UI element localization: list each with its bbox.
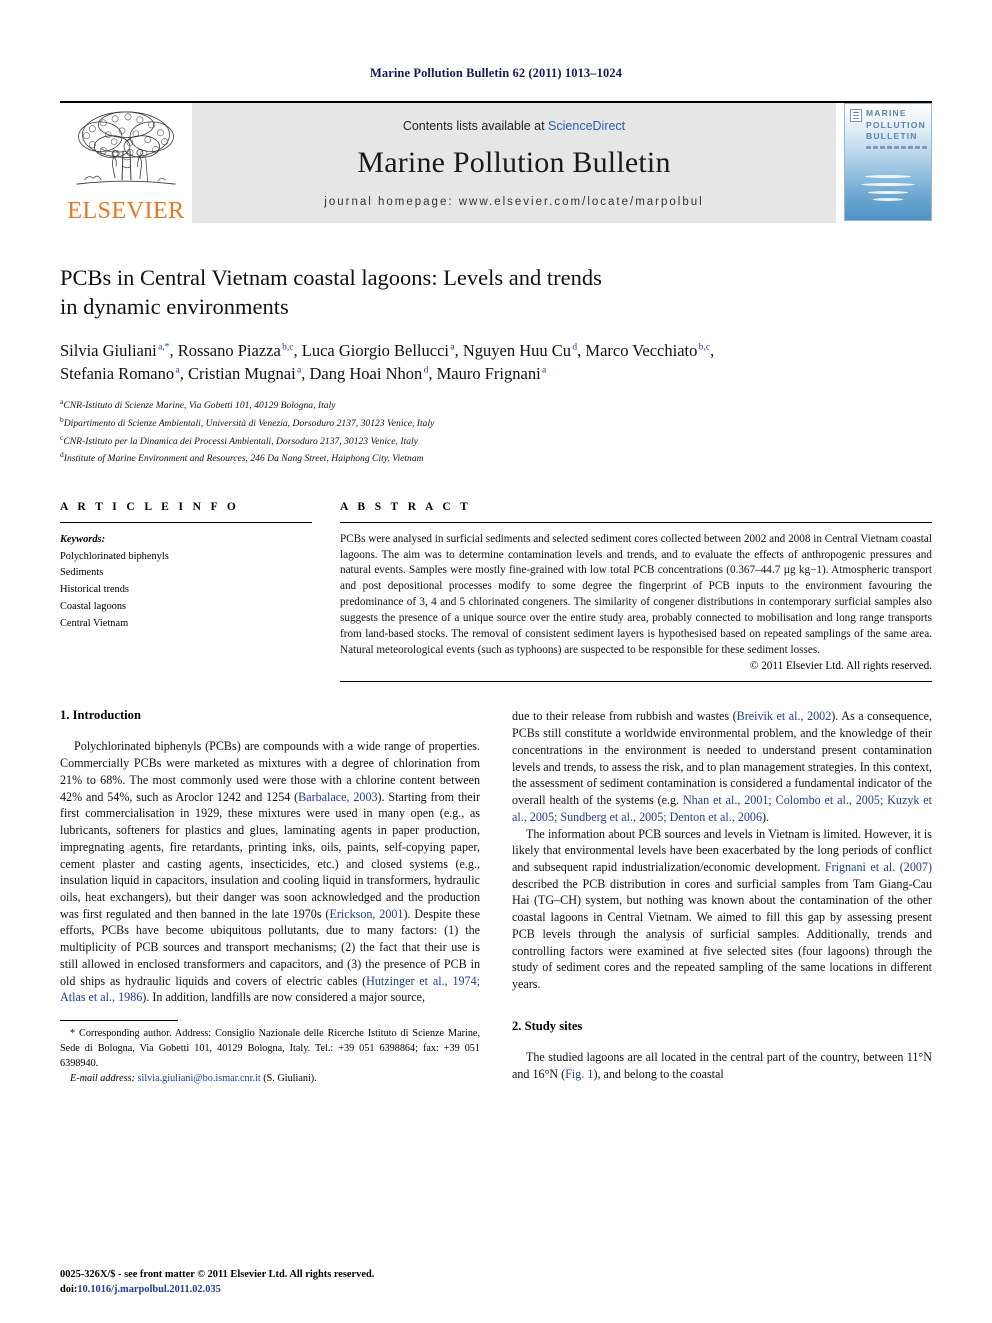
- citation-figure-1[interactable]: Fig. 1: [565, 1067, 593, 1081]
- journal-cover-thumbnail[interactable]: MARINE POLLUTION BULLETIN: [844, 103, 932, 221]
- footnote-rule: [60, 1020, 178, 1022]
- affiliation-d-text: Institute of Marine Environment and Reso…: [63, 453, 424, 465]
- author-list: Silvia Giuliani a,*, Rossano Piazza b,c,…: [60, 339, 932, 387]
- article-info-rule: [60, 521, 312, 523]
- citation-frignani[interactable]: Frignani et al. (2007): [825, 860, 932, 874]
- intro-text-b: ). Starting from their first commerciali…: [60, 789, 480, 921]
- footnote-email-label: E-mail address:: [70, 1072, 135, 1084]
- affiliation-d: dInstitute of Marine Environment and Res…: [60, 449, 932, 467]
- elsevier-tree-icon: [76, 111, 176, 185]
- article-page: Marine Pollution Bulletin 62 (2011) 1013…: [0, 0, 992, 1323]
- affiliation-list: aCNR-Istituto di Scienze Marine, Via Gob…: [60, 396, 932, 466]
- keywords-label: Keywords:: [60, 533, 106, 545]
- doi-line: doi:10.1016/j.marpolbul.2011.02.035: [60, 1282, 374, 1297]
- article-title-line-2: in dynamic environments: [60, 294, 289, 320]
- article-title-line-1: PCBs in Central Vietnam coastal lagoons:…: [60, 265, 602, 290]
- citation-erickson[interactable]: Erickson, 2001: [329, 907, 403, 921]
- journal-homepage-link[interactable]: journal homepage: www.elsevier.com/locat…: [324, 196, 703, 208]
- affiliation-a-text: CNR-Istituto di Scienze Marine, Via Gobe…: [63, 400, 336, 412]
- body-column-right: due to their release from rubbish and wa…: [512, 708, 932, 1086]
- footnote-email-suffix: (S. Giuliani).: [260, 1072, 317, 1084]
- page-footer: 0025-326X/$ - see front matter © 2011 El…: [60, 1267, 374, 1297]
- affiliation-c: cCNR-Istituto per la Dinamica dei Proces…: [60, 432, 932, 450]
- body-columns: 1. Introduction Polychlorinated biphenyl…: [60, 708, 932, 1086]
- intro2-text-b: described the PCB distribution in cores …: [512, 876, 932, 992]
- keyword-item: Coastal lagoons: [60, 601, 127, 613]
- elsevier-logo: ELSEVIER: [60, 103, 192, 223]
- section-heading-introduction: 1. Introduction: [60, 708, 141, 723]
- affiliation-b: bDipartimento di Scienze Ambientali, Uni…: [60, 414, 932, 432]
- body-column-left: 1. Introduction Polychlorinated biphenyl…: [60, 708, 480, 1086]
- keyword-item: Historical trends: [60, 584, 129, 596]
- journal-masthead: ELSEVIER Contents lists available at Sci…: [60, 101, 932, 223]
- study-text-b: ), and belong to the coastal: [593, 1066, 724, 1081]
- intro-text-g: ).: [762, 809, 770, 824]
- footnote-address: * Corresponding author. Address: Consigl…: [60, 1027, 480, 1071]
- keyword-item: Central Vietnam: [60, 617, 129, 629]
- intro-paragraph-1-continued: due to their release from rubbish and wa…: [512, 708, 932, 825]
- running-head: Marine Pollution Bulletin 62 (2011) 1013…: [369, 66, 623, 80]
- article-info-column: A R T I C L E I N F O Keywords: Polychlo…: [60, 501, 312, 683]
- info-abstract-region: A R T I C L E I N F O Keywords: Polychlo…: [60, 501, 932, 683]
- abstract-copyright: © 2011 Elsevier Ltd. All rights reserved…: [749, 660, 932, 673]
- intro-paragraph-2: The information about PCB sources and le…: [512, 826, 932, 993]
- affiliation-a: aCNR-Istituto di Scienze Marine, Via Gob…: [60, 396, 932, 414]
- abstract-column: A B S T R A C T PCBs were analysed in su…: [340, 501, 932, 683]
- corresponding-author-footnote: * Corresponding author. Address: Consigl…: [60, 1020, 480, 1086]
- issn-copyright-line: 0025-326X/$ - see front matter © 2011 El…: [60, 1268, 375, 1280]
- journal-title: Marine Pollution Bulletin: [357, 146, 671, 179]
- keyword-item: Sediments: [60, 567, 104, 579]
- footnote-address-text: Corresponding author. Address: Consiglio…: [60, 1028, 480, 1069]
- section-heading-study-sites: 2. Study sites: [512, 1018, 583, 1033]
- study-sites-paragraph-1: The studied lagoons are all located in t…: [512, 1049, 932, 1082]
- journal-banner: Contents lists available at ScienceDirec…: [192, 103, 836, 223]
- intro-paragraph-1: Polychlorinated biphenyls (PCBs) are com…: [60, 738, 480, 1006]
- article-title: PCBs in Central Vietnam coastal lagoons:…: [60, 263, 932, 322]
- article-info-heading: A R T I C L E I N F O: [60, 500, 240, 513]
- citation-barbalace[interactable]: Barbalace, 2003: [298, 790, 377, 804]
- contents-available-line: Contents lists available at ScienceDirec…: [403, 119, 625, 133]
- journal-cover-container: MARINE POLLUTION BULLETIN: [836, 103, 932, 223]
- intro-text-d: ). In addition, landfills are now consid…: [142, 990, 426, 1005]
- author-line-1: Silvia Giuliani a,*, Rossano Piazza b,c,…: [60, 340, 715, 360]
- cover-wave-graphic: [845, 166, 931, 208]
- affiliation-c-text: CNR-Istituto per la Dinamica dei Process…: [63, 435, 418, 447]
- intro-text-e: due to their release from rubbish and wa…: [512, 709, 737, 724]
- doi-link[interactable]: 10.1016/j.marpolbul.2011.02.035: [77, 1284, 220, 1295]
- abstract-bottom-rule: [340, 681, 932, 683]
- abstract-heading: A B S T R A C T: [340, 500, 472, 513]
- cover-emblem-icon: [850, 109, 862, 122]
- citation-breivik[interactable]: Breivik et al., 2002: [737, 709, 832, 723]
- cover-subtitle-rule: [866, 146, 927, 149]
- sciencedirect-link[interactable]: ScienceDirect: [548, 119, 625, 133]
- abstract-rule: [340, 521, 932, 523]
- keyword-item: Polychlorinated biphenyls: [60, 550, 169, 562]
- footnote-email-line: E-mail address: silvia.giuliani@bo.ismar…: [60, 1072, 480, 1087]
- abstract-text: PCBs were analysed in surficial sediment…: [340, 532, 932, 656]
- doi-prefix: doi:: [60, 1283, 78, 1295]
- cover-title-text: MARINE POLLUTION BULLETIN: [866, 108, 926, 142]
- elsevier-wordmark: ELSEVIER: [67, 198, 185, 224]
- footnote-email-link[interactable]: silvia.giuliani@bo.ismar.cnr.it: [138, 1073, 261, 1084]
- contents-prefix-text: Contents lists available at: [402, 119, 549, 133]
- affiliation-b-text: Dipartimento di Scienze Ambientali, Univ…: [63, 418, 435, 430]
- author-line-2: Stefania Romano a, Cristian Mugnai a, Da…: [60, 364, 547, 384]
